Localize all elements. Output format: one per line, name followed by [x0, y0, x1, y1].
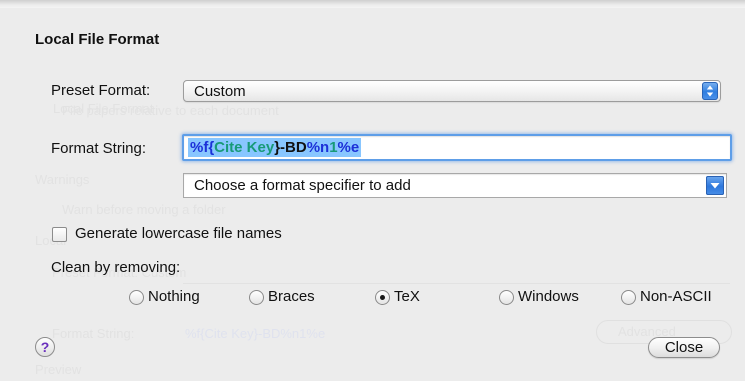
preset-format-label: Preset Format:	[51, 82, 151, 99]
format-string-field[interactable]: %f{Cite Key}-BD%n1%e	[182, 134, 732, 161]
clean-by-removing-label: Clean by removing:	[51, 259, 181, 276]
preset-format-value: Custom	[194, 83, 246, 100]
format-specifier-pulldown[interactable]: Choose a format specifier to add	[183, 173, 727, 198]
sheet-title: Local File Format	[35, 31, 160, 48]
radio-braces-label[interactable]: Braces	[268, 288, 315, 305]
format-token-number: 1	[329, 139, 338, 156]
radio-tex[interactable]	[375, 290, 390, 305]
format-token-specifier: %f{	[190, 139, 215, 156]
radio-nothing-label[interactable]: Nothing	[148, 288, 200, 305]
radio-selected-dot	[380, 295, 385, 300]
radio-tex-label[interactable]: TeX	[394, 288, 420, 305]
format-token-specifier: %n	[306, 139, 330, 156]
radio-nothing[interactable]	[129, 290, 144, 305]
lowercase-checkbox[interactable]	[52, 227, 67, 242]
radio-non-ascii[interactable]	[621, 290, 636, 305]
radio-windows-label[interactable]: Windows	[518, 288, 579, 305]
radio-braces[interactable]	[249, 290, 264, 305]
lowercase-checkbox-label[interactable]: Generate lowercase file names	[75, 225, 282, 242]
close-button[interactable]: Close	[648, 337, 720, 358]
down-arrow-icon	[706, 176, 724, 195]
preset-format-popup[interactable]: Custom	[183, 80, 721, 102]
format-token-specifier: %e	[337, 139, 360, 156]
format-string-label: Format String:	[51, 140, 147, 157]
up-down-arrows-icon	[702, 82, 718, 100]
radio-windows[interactable]	[499, 290, 514, 305]
help-button[interactable]: ?	[35, 337, 55, 357]
format-string-selection: %f{Cite Key}-BD%n1%e	[188, 138, 362, 157]
format-token-literal: }-BD	[274, 139, 307, 156]
format-specifier-value: Choose a format specifier to add	[194, 177, 411, 194]
radio-non-ascii-label[interactable]: Non-ASCII	[640, 288, 712, 305]
format-token-field: Cite Key	[214, 139, 275, 156]
